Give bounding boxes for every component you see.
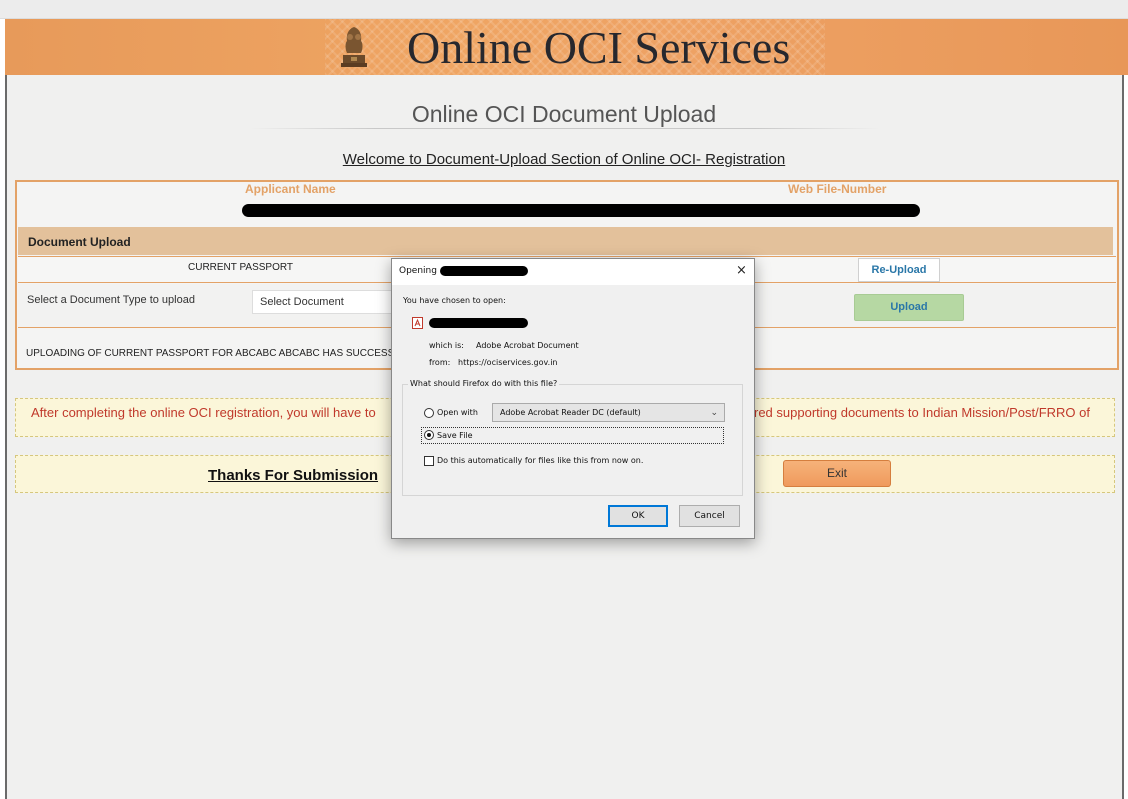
uploaded-document-name: CURRENT PASSPORT (188, 262, 294, 273)
file-source-value: https://ociservices.gov.in (458, 358, 558, 367)
redacted-filename-title (440, 266, 528, 276)
ok-button[interactable]: OK (608, 505, 668, 527)
document-upload-header: Document Upload (18, 227, 1113, 255)
web-file-number-label: Web File-Number (788, 182, 887, 196)
upload-status-message: UPLOADING OF CURRENT PASSPORT FOR ABCABC… (26, 348, 401, 359)
action-group-label: What should Firefox do with this file? (408, 379, 560, 388)
select-document-label: Select a Document Type to upload (27, 294, 195, 306)
chosen-to-open-text: You have chosen to open: (403, 296, 506, 305)
document-type-select[interactable]: Select Document (252, 290, 402, 314)
cancel-button[interactable]: Cancel (679, 505, 740, 527)
notice-text-right: red supporting documents to Indian Missi… (754, 405, 1090, 420)
save-file-radio[interactable] (424, 430, 434, 440)
open-with-app-value: Adobe Acrobat Reader DC (default) (500, 408, 641, 417)
welcome-heading: Welcome to Document-Upload Section of On… (342, 151, 786, 168)
pdf-file-icon (412, 317, 423, 329)
document-upload-header-label: Document Upload (28, 235, 131, 249)
upload-button[interactable]: Upload (854, 294, 964, 321)
title-divider (250, 128, 880, 129)
open-file-dialog: Opening × You have chosen to open: which… (391, 258, 755, 539)
redacted-applicant-info (242, 204, 920, 217)
file-type-value: Adobe Acrobat Document (476, 341, 579, 350)
open-with-radio[interactable] (424, 408, 434, 418)
close-icon[interactable]: × (736, 263, 747, 278)
notice-text-left: After completing the online OCI registra… (31, 405, 376, 420)
reupload-button[interactable]: Re-Upload (858, 258, 940, 282)
thanks-message: Thanks For Submission (208, 467, 379, 484)
open-with-app-select[interactable]: Adobe Acrobat Reader DC (default) ⌄ (492, 403, 725, 422)
page-title: Online OCI Document Upload (411, 101, 717, 127)
exit-button[interactable]: Exit (783, 460, 891, 487)
site-banner: Online OCI Services (5, 19, 1128, 75)
save-file-label[interactable]: Save File (437, 431, 473, 440)
browser-top-strip (0, 0, 1128, 19)
applicant-name-label: Applicant Name (245, 182, 336, 196)
open-with-label[interactable]: Open with (437, 408, 478, 417)
auto-action-checkbox[interactable] (424, 456, 434, 466)
redacted-filename (429, 318, 528, 328)
national-emblem-icon (341, 27, 367, 67)
file-source-label: from: (429, 358, 451, 367)
banner-title: Online OCI Services (407, 22, 791, 73)
auto-action-label[interactable]: Do this automatically for files like thi… (437, 456, 643, 465)
dialog-title: Opening (399, 266, 437, 276)
file-type-label: which is: (429, 341, 464, 350)
chevron-down-icon: ⌄ (710, 408, 718, 418)
